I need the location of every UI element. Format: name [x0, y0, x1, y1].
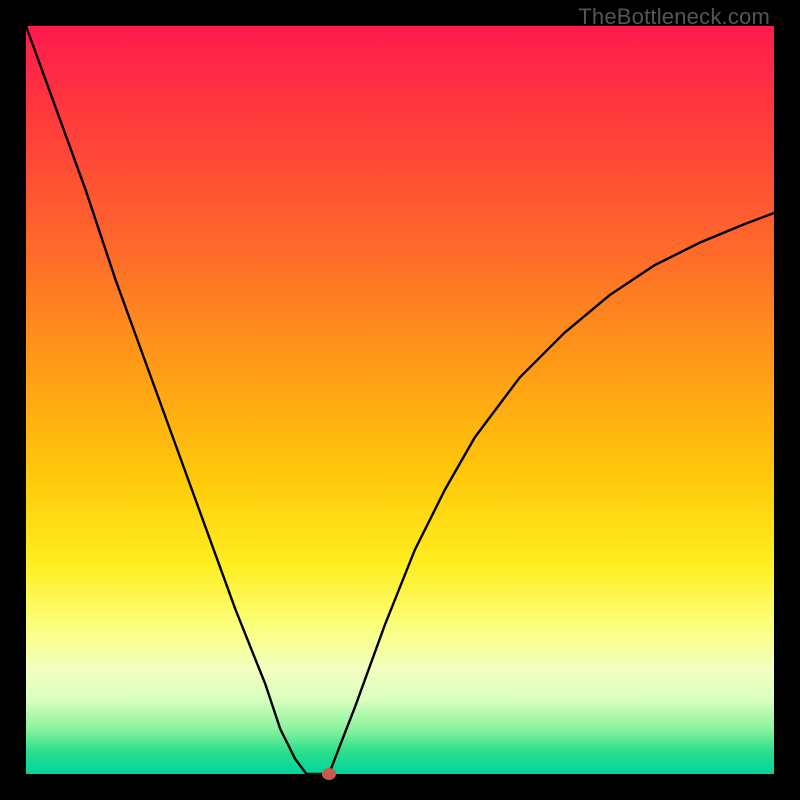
curve-path: [26, 26, 774, 774]
bottleneck-curve: [26, 26, 774, 774]
vertex-marker: [322, 768, 336, 780]
chart-frame: TheBottleneck.com: [0, 0, 800, 800]
plot-area: [26, 26, 774, 774]
